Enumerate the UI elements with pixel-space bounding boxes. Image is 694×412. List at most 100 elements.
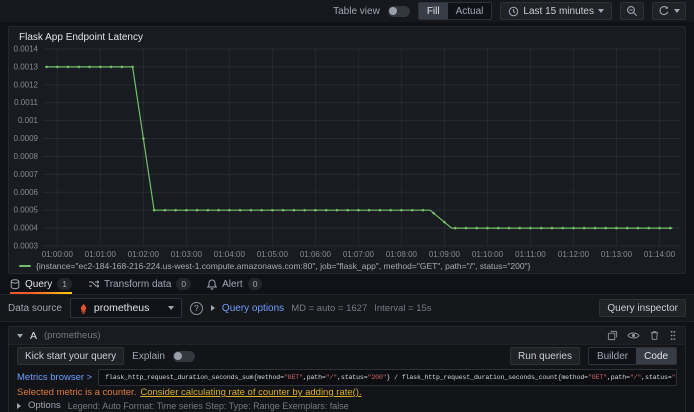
remove-query-trash-icon[interactable] — [649, 330, 660, 341]
zoom-out-button[interactable] — [620, 2, 644, 20]
toggle-knob — [174, 352, 183, 360]
time-range-picker[interactable]: Last 15 minutes — [500, 2, 612, 20]
svg-text:01:05:00: 01:05:00 — [257, 250, 289, 259]
fill-option[interactable]: Fill — [418, 3, 448, 19]
svg-text:0.0012: 0.0012 — [14, 80, 39, 89]
svg-text:0.0007: 0.0007 — [14, 170, 39, 179]
tab-query-count: 1 — [57, 278, 72, 290]
table-view-label: Table view — [333, 5, 380, 17]
query-options-summary: MD = auto = 1627 — [291, 302, 368, 314]
svg-text:0.0008: 0.0008 — [14, 152, 39, 161]
datasource-picker[interactable]: prometheus — [69, 298, 182, 318]
drag-handle-icon[interactable] — [669, 330, 677, 341]
svg-text:01:09:00: 01:09:00 — [429, 250, 461, 259]
query-row-actions — [607, 330, 677, 341]
refresh-icon — [659, 6, 669, 16]
svg-text:01:03:00: 01:03:00 — [171, 250, 203, 259]
chevron-right-icon — [17, 402, 21, 409]
svg-text:0.0009: 0.0009 — [14, 134, 39, 143]
tab-label: Alert — [222, 278, 243, 290]
svg-text:0.0013: 0.0013 — [14, 62, 39, 71]
chevron-down-icon — [598, 9, 604, 13]
series-color-swatch — [19, 265, 31, 267]
time-range-label: Last 15 minutes — [523, 5, 594, 17]
svg-text:0.001: 0.001 — [18, 116, 39, 125]
interval-summary: Interval = 15s — [374, 302, 432, 314]
series-label[interactable]: {instance="ec2-184-168-216-224.us-west-1… — [36, 261, 530, 271]
svg-text:0.0014: 0.0014 — [14, 45, 39, 54]
svg-text:01:07:00: 01:07:00 — [343, 250, 375, 259]
options-toggle[interactable]: Options Legend: Auto Format: Time series… — [9, 398, 685, 412]
svg-text:0.0004: 0.0004 — [14, 224, 39, 233]
chevron-right-icon — [210, 305, 215, 311]
refresh-button[interactable] — [652, 2, 686, 20]
query-options-label: Query options — [221, 302, 285, 314]
tab-alert[interactable]: Alert 0 — [207, 274, 263, 294]
hide-response-eye-icon[interactable] — [627, 330, 640, 341]
bell-icon — [207, 278, 218, 290]
panel-title[interactable]: Flask App Endpoint Latency — [9, 27, 685, 44]
timeseries-chart[interactable]: 0.0003 0.0004 0.0005 0.0006 0.0007 0.0008 0.00… — [9, 44, 685, 260]
tab-transform-count: 0 — [176, 278, 192, 290]
builder-mode-option[interactable]: Builder — [589, 348, 636, 364]
table-view-toggle[interactable] — [387, 5, 410, 17]
code-mode-option[interactable]: Code — [636, 348, 676, 364]
svg-text:01:11:00: 01:11:00 — [515, 250, 546, 259]
svg-text:01:14:00: 01:14:00 — [644, 250, 676, 259]
topbar: Table view Fill Actual Last 15 minutes — [0, 0, 694, 22]
promql-expression: flask_http_request_duration_seconds_sum{… — [105, 373, 676, 381]
metrics-browser-button[interactable]: Metrics browser > — [17, 372, 92, 383]
duplicate-icon[interactable] — [607, 330, 618, 341]
database-icon — [10, 278, 20, 289]
query-options-toggle[interactable]: Query options MD = auto = 1627 Interval … — [210, 302, 432, 314]
chevron-down-icon — [167, 306, 174, 310]
svg-text:01:12:00: 01:12:00 — [558, 250, 590, 259]
chevron-down-icon — [674, 9, 680, 13]
tab-transform-data[interactable]: Transform data 0 — [88, 274, 192, 294]
grafana-panel-editor: Table view Fill Actual Last 15 minutes F… — [0, 0, 694, 412]
editor-mode-radio-group: Builder Code — [587, 347, 677, 365]
datasource-help-icon[interactable]: ? — [189, 301, 203, 315]
run-queries-button[interactable]: Run queries — [510, 347, 580, 365]
rate-hint-link[interactable]: Consider calculating rate of counter by … — [140, 387, 361, 398]
query-datasource-hint: (prometheus) — [44, 330, 101, 341]
svg-text:0.0005: 0.0005 — [14, 206, 39, 215]
query-editor-card: A (prometheus) Kick start your query Exp… — [8, 326, 686, 412]
svg-text:01:02:00: 01:02:00 — [128, 250, 160, 259]
options-label: Options — [28, 400, 61, 411]
tab-alert-count: 0 — [247, 278, 263, 290]
chart-legend: {instance="ec2-184-168-216-224.us-west-1… — [9, 260, 685, 273]
query-row-header[interactable]: A (prometheus) — [9, 327, 685, 345]
options-summary: Legend: Auto Format: Time series Step: T… — [67, 400, 349, 411]
svg-text:0.0011: 0.0011 — [14, 98, 38, 107]
actual-option[interactable]: Actual — [448, 3, 492, 19]
promql-editor-row: Metrics browser > flask_http_request_dur… — [9, 367, 685, 387]
counter-warning-text: Selected metric is a counter. — [17, 387, 137, 398]
query-ref-id: A — [30, 329, 38, 342]
datasource-label: Data source — [8, 302, 62, 314]
svg-text:0.0003: 0.0003 — [14, 242, 39, 251]
svg-text:0.0006: 0.0006 — [14, 188, 39, 197]
pane-size-radio-group: Fill Actual — [417, 2, 493, 20]
query-inspector-button[interactable]: Query inspector — [599, 299, 686, 317]
svg-text:01:01:00: 01:01:00 — [85, 250, 117, 259]
kick-start-button[interactable]: Kick start your query — [17, 347, 125, 365]
tab-label: Query — [25, 278, 53, 290]
counter-warning-row: Selected metric is a counter. Consider c… — [9, 387, 685, 398]
editor-tabs: Query 1 Transform data 0 Alert 0 — [0, 274, 694, 294]
clock-icon — [509, 6, 519, 16]
datasource-row: Data source prometheus ? Query options M… — [0, 294, 694, 322]
datasource-value: prometheus — [93, 302, 150, 314]
collapse-chevron-icon[interactable] — [17, 333, 23, 338]
transform-icon — [88, 280, 99, 288]
svg-text:01:10:00: 01:10:00 — [472, 250, 504, 259]
tab-label: Transform data — [103, 278, 172, 290]
explain-label: Explain — [132, 350, 165, 362]
svg-text:01:13:00: 01:13:00 — [601, 250, 633, 259]
tab-query[interactable]: Query 1 — [10, 274, 72, 294]
svg-text:01:08:00: 01:08:00 — [386, 250, 418, 259]
prometheus-icon — [80, 302, 87, 313]
promql-input[interactable]: flask_http_request_duration_seconds_sum{… — [98, 368, 677, 386]
panel-flask-latency: Flask App Endpoint Latency 0.0003 0.0004 0… — [8, 26, 686, 274]
explain-toggle[interactable] — [172, 350, 195, 362]
